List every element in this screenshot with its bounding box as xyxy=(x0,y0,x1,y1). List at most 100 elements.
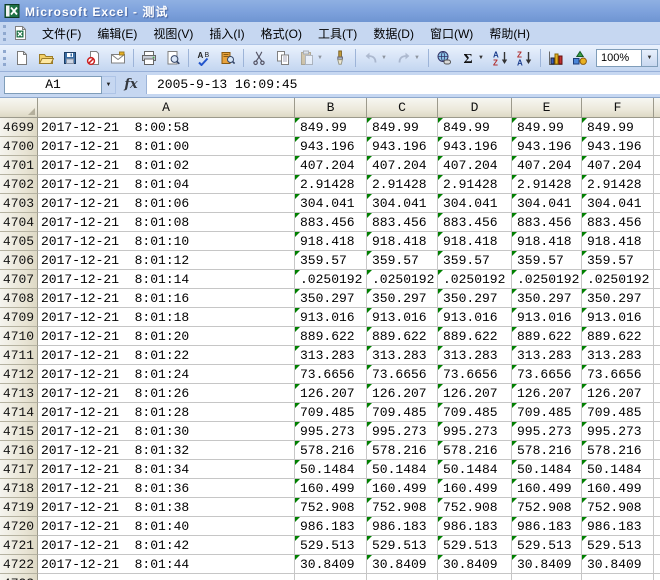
cell-D4715[interactable]: 995.273 xyxy=(438,422,512,441)
cell-C4719[interactable]: 752.908 xyxy=(367,498,438,517)
cell-C4715[interactable]: 995.273 xyxy=(367,422,438,441)
menu-item-view[interactable]: 视图(V) xyxy=(145,22,201,45)
row-header-4714[interactable]: 4714 xyxy=(0,403,38,422)
chart-wizard-button[interactable] xyxy=(545,47,567,69)
cell-B4720[interactable]: 986.183 xyxy=(295,517,367,536)
copy-button[interactable] xyxy=(272,47,294,69)
research-button[interactable] xyxy=(217,47,239,69)
cell-C4722[interactable]: 30.8409 xyxy=(367,555,438,574)
cell-E4718[interactable]: 160.499 xyxy=(512,479,582,498)
cell-C4721[interactable]: 529.513 xyxy=(367,536,438,555)
cell-C4716[interactable]: 578.216 xyxy=(367,441,438,460)
cell-E4711[interactable]: 313.283 xyxy=(512,346,582,365)
cell-E4700[interactable]: 943.196 xyxy=(512,137,582,156)
cell-E4719[interactable]: 752.908 xyxy=(512,498,582,517)
cell-C4699[interactable]: 849.99 xyxy=(367,118,438,137)
cell-E4703[interactable]: 304.041 xyxy=(512,194,582,213)
cell-B4721[interactable]: 529.513 xyxy=(295,536,367,555)
row-header-4717[interactable]: 4717 xyxy=(0,460,38,479)
cell-A4706[interactable]: 2017-12-21 8:01:12 xyxy=(38,251,295,270)
drawing-button[interactable] xyxy=(569,47,591,69)
cell-C4708[interactable]: 350.297 xyxy=(367,289,438,308)
cell-A4702[interactable]: 2017-12-21 8:01:04 xyxy=(38,175,295,194)
cell-E4712[interactable]: 73.6656 xyxy=(512,365,582,384)
cell-D4700[interactable]: 943.196 xyxy=(438,137,512,156)
cell-B4709[interactable]: 913.016 xyxy=(295,308,367,327)
cell-F4712[interactable]: 73.6656 xyxy=(582,365,654,384)
cell-C4709[interactable]: 913.016 xyxy=(367,308,438,327)
cell-partial-column[interactable] xyxy=(654,175,660,194)
name-box[interactable]: A1 xyxy=(4,76,102,94)
cell-C4701[interactable]: 407.204 xyxy=(367,156,438,175)
cell-D4722[interactable]: 30.8409 xyxy=(438,555,512,574)
row-header-4721[interactable]: 4721 xyxy=(0,536,38,555)
menu-item-data[interactable]: 数据(D) xyxy=(365,22,422,45)
cell-A4714[interactable]: 2017-12-21 8:01:28 xyxy=(38,403,295,422)
cell-A4717[interactable]: 2017-12-21 8:01:34 xyxy=(38,460,295,479)
row-header-4703[interactable]: 4703 xyxy=(0,194,38,213)
cell-B4704[interactable]: 883.456 xyxy=(295,213,367,232)
cell-partial-column[interactable] xyxy=(654,308,660,327)
cell-B4702[interactable]: 2.91428 xyxy=(295,175,367,194)
zoom-combo[interactable]: 100%▼ xyxy=(596,49,658,67)
zoom-dropdown-icon[interactable]: ▼ xyxy=(641,50,657,66)
cell-B4706[interactable]: 359.57 xyxy=(295,251,367,270)
cell-E4699[interactable]: 849.99 xyxy=(512,118,582,137)
cell-F4718[interactable]: 160.499 xyxy=(582,479,654,498)
cell-F4721[interactable]: 529.513 xyxy=(582,536,654,555)
cell-B4718[interactable]: 160.499 xyxy=(295,479,367,498)
cell-A4701[interactable]: 2017-12-21 8:01:02 xyxy=(38,156,295,175)
cell-E4723[interactable] xyxy=(512,574,582,580)
cell-partial-column[interactable] xyxy=(654,479,660,498)
row-header-4722[interactable]: 4722 xyxy=(0,555,38,574)
row-header-4723[interactable]: 4723 xyxy=(0,574,38,580)
menu-item-window[interactable]: 窗口(W) xyxy=(422,22,481,45)
cut-button[interactable] xyxy=(248,47,270,69)
toolbar-drag-handle[interactable] xyxy=(3,50,6,66)
cell-E4715[interactable]: 995.273 xyxy=(512,422,582,441)
cell-A4722[interactable]: 2017-12-21 8:01:44 xyxy=(38,555,295,574)
cell-partial-column[interactable] xyxy=(654,232,660,251)
row-header-4715[interactable]: 4715 xyxy=(0,422,38,441)
cell-A4712[interactable]: 2017-12-21 8:01:24 xyxy=(38,365,295,384)
menu-item-insert[interactable]: 插入(I) xyxy=(201,22,252,45)
row-header-4704[interactable]: 4704 xyxy=(0,213,38,232)
cell-D4721[interactable]: 529.513 xyxy=(438,536,512,555)
cell-partial-column[interactable] xyxy=(654,270,660,289)
cell-B4705[interactable]: 918.418 xyxy=(295,232,367,251)
cell-B4715[interactable]: 995.273 xyxy=(295,422,367,441)
cell-F4704[interactable]: 883.456 xyxy=(582,213,654,232)
cell-E4716[interactable]: 578.216 xyxy=(512,441,582,460)
cell-E4721[interactable]: 529.513 xyxy=(512,536,582,555)
cell-B4714[interactable]: 709.485 xyxy=(295,403,367,422)
cell-E4707[interactable]: .0250192 xyxy=(512,270,582,289)
autosum-button[interactable]: Σ▼ xyxy=(457,47,488,69)
cell-B4712[interactable]: 73.6656 xyxy=(295,365,367,384)
cell-F4707[interactable]: .0250192 xyxy=(582,270,654,289)
cell-F4716[interactable]: 578.216 xyxy=(582,441,654,460)
new-document-button[interactable] xyxy=(11,47,33,69)
cell-partial-column[interactable] xyxy=(654,536,660,555)
cell-A4704[interactable]: 2017-12-21 8:01:08 xyxy=(38,213,295,232)
cell-C4712[interactable]: 73.6656 xyxy=(367,365,438,384)
cell-B4719[interactable]: 752.908 xyxy=(295,498,367,517)
cell-E4713[interactable]: 126.207 xyxy=(512,384,582,403)
cell-F4706[interactable]: 359.57 xyxy=(582,251,654,270)
cell-partial-column[interactable] xyxy=(654,403,660,422)
cell-partial-column[interactable] xyxy=(654,574,660,580)
column-header-C[interactable]: C xyxy=(367,98,438,118)
cell-D4718[interactable]: 160.499 xyxy=(438,479,512,498)
row-header-4712[interactable]: 4712 xyxy=(0,365,38,384)
cell-F4722[interactable]: 30.8409 xyxy=(582,555,654,574)
workbook-icon[interactable] xyxy=(12,25,28,41)
open-folder-button[interactable] xyxy=(35,47,57,69)
menu-item-file[interactable]: 文件(F) xyxy=(34,22,89,45)
cell-partial-column[interactable] xyxy=(654,365,660,384)
menu-item-edit[interactable]: 编辑(E) xyxy=(89,22,145,45)
cell-E4704[interactable]: 883.456 xyxy=(512,213,582,232)
cell-B4700[interactable]: 943.196 xyxy=(295,137,367,156)
cell-E4720[interactable]: 986.183 xyxy=(512,517,582,536)
cell-partial-column[interactable] xyxy=(654,555,660,574)
cell-partial-column[interactable] xyxy=(654,118,660,137)
print-button[interactable] xyxy=(138,47,160,69)
